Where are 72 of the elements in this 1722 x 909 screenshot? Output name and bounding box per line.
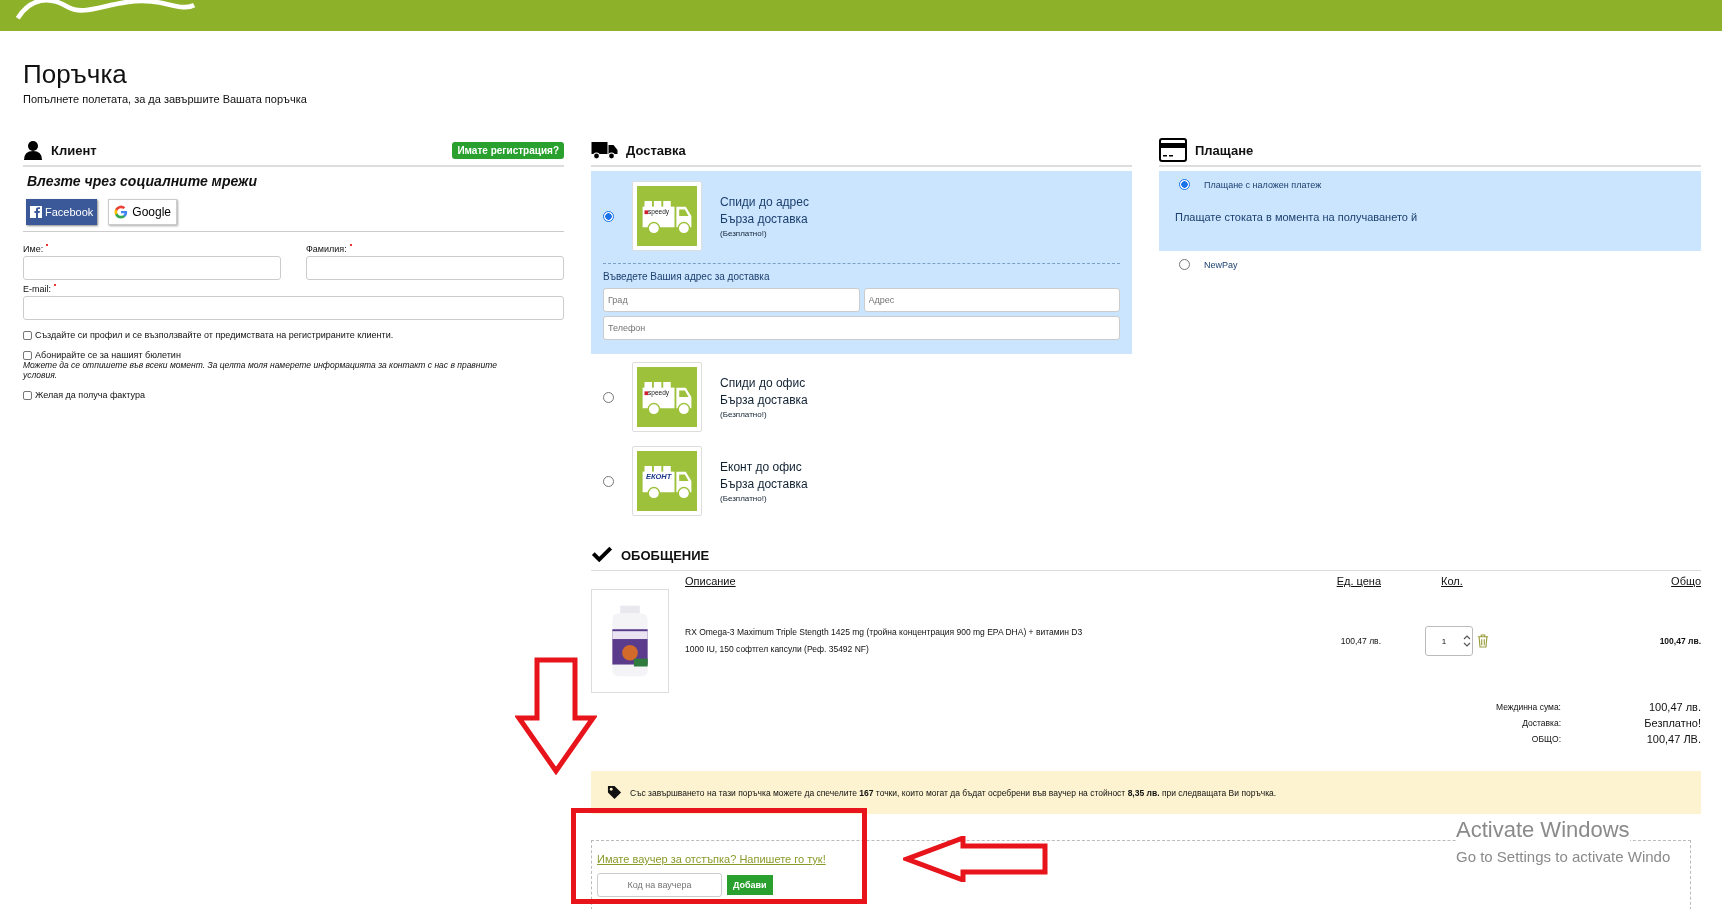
field-label: E-mail: [23,284,51,294]
delivery-option[interactable]: ЕКОНТ Еконт до офис Бърза доставка (Безплатно!) [591,438,1132,522]
tag-icon [607,785,622,800]
checkbox-label: Желая да получа фактура [35,390,145,401]
delivery-price: (Безплатно!) [720,410,768,419]
section-title: Доставка [626,142,686,158]
text-field[interactable] [23,256,281,280]
delivery-name: Спиди до адрес [720,194,809,211]
section-title: Плащане [1195,142,1254,158]
radio-button[interactable] [603,210,614,222]
column-header[interactable]: Кол. [1395,575,1545,587]
unit-price: 100,47 лв. [1339,636,1381,646]
text-field[interactable] [23,296,564,320]
delivery-speed: Бърза доставка [720,476,808,493]
payment-label: NewPay [1204,259,1238,270]
total-label: Междинна сума: [1494,701,1561,714]
google-icon [114,205,129,219]
line-total: 100,47 лв. [1658,636,1701,646]
total-label: ОБЩО: [1530,733,1561,746]
payment-description: Плащате стоката в момента на получаването й [1175,211,1419,223]
delivery-speed: Бърза доставка [720,211,809,228]
truck-icon [591,140,618,160]
credit-card-icon [1159,138,1187,162]
page-title: Поръчка [23,61,128,87]
voucher-field[interactable]: Код на ваучера [597,873,722,897]
text-field[interactable] [306,256,564,280]
delivery-price: (Безплатно!) [720,229,768,238]
checkbox[interactable] [23,350,32,360]
delivery-price: (Безплатно!) [720,494,768,503]
checkbox[interactable] [23,390,32,400]
field-label: Фамилия: [306,244,347,254]
checkbox-label: Абонирайте се за нашият бюлетин [35,350,181,360]
checkbox-label: Създайте си профил и се възползвайте от предимствата на регистрираните клиенти. [35,330,394,340]
radio-button[interactable] [603,475,614,487]
google-button[interactable]: Google [108,199,177,225]
payment-label: Плащане с наложен платеж [1204,179,1322,190]
delivery-name: Спиди до офис [720,375,807,392]
section-title: ОБОБЩЕНИЕ [621,547,710,563]
checkmark-icon [591,546,613,564]
payment-option[interactable]: NewPay [1159,251,1701,276]
address-field[interactable]: Град [603,288,860,312]
page-subtitle: Попълнете полетата, за да завършите Вашата поръчка [23,93,308,105]
checkbox-note: Можете да се отпишете във всеки момент. За целта моля намерете информацията за контакт с нас в правните условия. [23,360,498,381]
column-header[interactable]: Описание [685,575,1267,587]
product-description: RX Omega-3 Maximum Triple Stength 1425 mg (тройна концентрация 900 mg EPA DHA) + витамин D3 1000 IU, 150 софтгел капсули (Реф. 35492 NF) [685,626,1084,656]
address-field[interactable]: Адрес [863,288,1120,312]
column-header[interactable]: Общо [1559,575,1701,587]
radio-button[interactable] [1179,179,1190,190]
total-value: 100,47 ЛВ. [1645,732,1701,747]
total-value: 100,47 лв. [1647,700,1701,715]
radio-button[interactable] [603,391,614,403]
trash-icon[interactable] [1477,634,1489,648]
total-label: Доставка: [1521,717,1561,730]
address-title: Въведете Вашия адрес за доставка [603,271,771,282]
activation-text: Go to Settings to activate Windo [1456,848,1671,865]
total-value: Безплатно! [1643,716,1701,731]
address-field[interactable]: Телефон [603,316,1120,340]
section-title: Клиент [51,142,97,158]
delivery-speed: Бърза доставка [720,392,808,409]
facebook-icon [30,206,42,218]
delivery-name: Еконт до офис [720,459,803,476]
payment-option[interactable]: Плащане с наложен платеж Плащате стоката в момента на получаването й [1159,171,1701,251]
column-header[interactable]: Ед. цена [1281,575,1381,587]
facebook-button[interactable]: Facebook [26,199,98,225]
radio-button[interactable] [1179,259,1190,270]
points-text: Със завършването на тази поръчка можете да спечелите 167 точки, които могат да бъдат осребрени във ваучер на стойност 8,35 лв. при следващата Ви поръчка. [630,787,1277,798]
checkbox[interactable] [23,330,32,340]
courier-logo-icon: ЕКОНТ [632,446,702,516]
quantity-field[interactable]: 1 [1425,626,1473,656]
field-label: Име: [23,244,44,254]
social-title: Влезте чрез социалните мрежи [27,173,258,189]
user-icon [23,140,43,160]
